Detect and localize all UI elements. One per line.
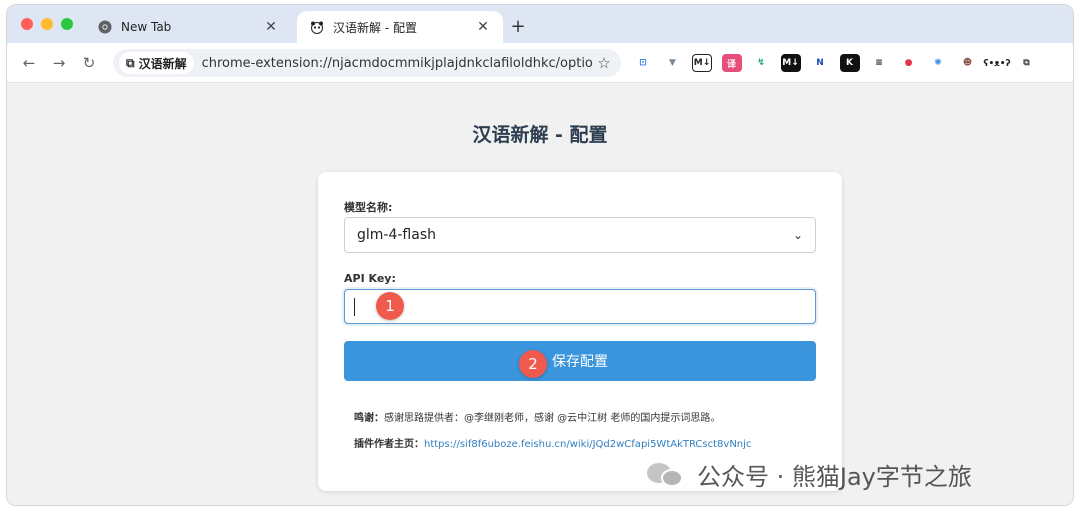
maximize-window-button[interactable] xyxy=(61,18,73,30)
address-bar[interactable]: ⧉ 汉语新解 chrome-extension://njacmdocmmikjp… xyxy=(113,49,621,77)
extension-chip-label: 汉语新解 xyxy=(138,56,187,71)
tab-title: New Tab xyxy=(121,20,172,34)
wechat-logo-icon xyxy=(647,459,687,489)
text-caret xyxy=(354,298,355,316)
mh-icon[interactable]: M↓ xyxy=(780,54,801,72)
url-text[interactable]: chrome-extension://njacmdocmmikjplajdnkc… xyxy=(202,56,593,71)
model-select[interactable]: glm-4-flash ⌄ xyxy=(344,217,816,253)
tab-new-tab[interactable]: New Tab ✕ xyxy=(85,11,291,43)
minimize-window-button[interactable] xyxy=(41,18,53,30)
crop-icon[interactable]: ⊡ xyxy=(633,54,653,72)
puzzle-icon[interactable]: ⧉ xyxy=(1017,54,1037,72)
vuejs-icon[interactable]: ▼ xyxy=(663,54,683,72)
author-label: 插件作者主页： xyxy=(354,439,424,450)
back-arrow-icon[interactable]: ← xyxy=(19,53,39,73)
close-tab-icon[interactable]: ✕ xyxy=(475,19,491,35)
thanks-label: 鸣谢： xyxy=(354,413,384,424)
red-circle-icon[interactable]: ● xyxy=(899,54,919,72)
forward-arrow-icon[interactable]: → xyxy=(49,53,69,73)
step-marker-2: 2 xyxy=(519,350,547,378)
page-title: 汉语新解 - 配置 xyxy=(472,124,608,146)
panda-ext-icon[interactable]: ʕ•ᴥ•ʔ xyxy=(983,54,1010,72)
bookmark-star-icon[interactable]: ☆ xyxy=(593,54,615,72)
browser-window: New Tab ✕ 汉语新解 - 配置 ✕ + ← → ↻ ⧉ 汉语新解 chr… xyxy=(6,4,1074,506)
avatar-icon[interactable]: ☻ xyxy=(958,54,978,72)
chevron-down-icon: ⌄ xyxy=(792,228,803,242)
tab-title: 汉语新解 - 配置 xyxy=(333,20,417,35)
close-window-button[interactable] xyxy=(21,18,33,30)
tab-options[interactable]: 汉语新解 - 配置 ✕ xyxy=(297,11,503,43)
markdown-icon[interactable]: M↓ xyxy=(692,54,712,72)
page-content: 汉语新解 - 配置 模型名称: glm-4-flash ⌄ API Key: 1… xyxy=(7,84,1073,505)
browser-toolbar: ← → ↻ ⧉ 汉语新解 chrome-extension://njacmdoc… xyxy=(7,43,1073,83)
n-icon[interactable]: N xyxy=(810,54,830,72)
thanks-text: 感谢思路提供者：@李继刚老师，感谢 @云中江树 老师的国内提示词思路。 xyxy=(384,413,721,424)
watermark-text: 公众号 · 熊猫Jay字节之旅 xyxy=(697,462,972,491)
list-icon[interactable]: ≡ xyxy=(869,54,889,72)
api-key-input[interactable] xyxy=(344,289,816,324)
leaf-icon[interactable]: ↯ xyxy=(751,54,771,72)
api-key-label: API Key: xyxy=(344,272,396,285)
puzzle-icon: ⧉ xyxy=(126,55,135,70)
close-tab-icon[interactable]: ✕ xyxy=(263,19,279,35)
watermark: 公众号 · 熊猫Jay字节之旅 xyxy=(647,456,972,492)
save-config-button[interactable]: 保存配置 xyxy=(344,341,816,381)
config-card: 模型名称: glm-4-flash ⌄ API Key: 1 保存配置 2 鸣谢… xyxy=(318,172,842,491)
author-homepage-link[interactable]: https://sif8f6uboze.feishu.cn/wiki/JQd2w… xyxy=(424,439,751,450)
author-note: 插件作者主页：https://sif8f6uboze.feishu.cn/wik… xyxy=(354,435,751,450)
tab-bar: New Tab ✕ 汉语新解 - 配置 ✕ + xyxy=(7,5,1073,43)
new-tab-button[interactable]: + xyxy=(507,15,529,37)
k-icon[interactable]: K xyxy=(839,54,860,72)
chrome-icon xyxy=(97,19,113,35)
extension-icons: ⊡ ▼ M↓ 译 ↯ M↓ N K ≡ ● ✺ ☻ ʕ•ᴥ•ʔ ⧉ xyxy=(633,53,1046,73)
reload-icon[interactable]: ↻ xyxy=(79,53,99,73)
panda-icon xyxy=(309,19,325,35)
translate-icon[interactable]: 译 xyxy=(721,54,742,72)
model-label: 模型名称: xyxy=(344,201,393,214)
settings-gear-icon[interactable]: ✺ xyxy=(928,54,948,72)
extension-chip[interactable]: ⧉ 汉语新解 xyxy=(119,52,194,74)
model-select-value: glm-4-flash xyxy=(357,227,436,243)
step-marker-1: 1 xyxy=(376,292,404,320)
thanks-note: 鸣谢：感谢思路提供者：@李继刚老师，感谢 @云中江树 老师的国内提示词思路。 xyxy=(354,409,720,424)
